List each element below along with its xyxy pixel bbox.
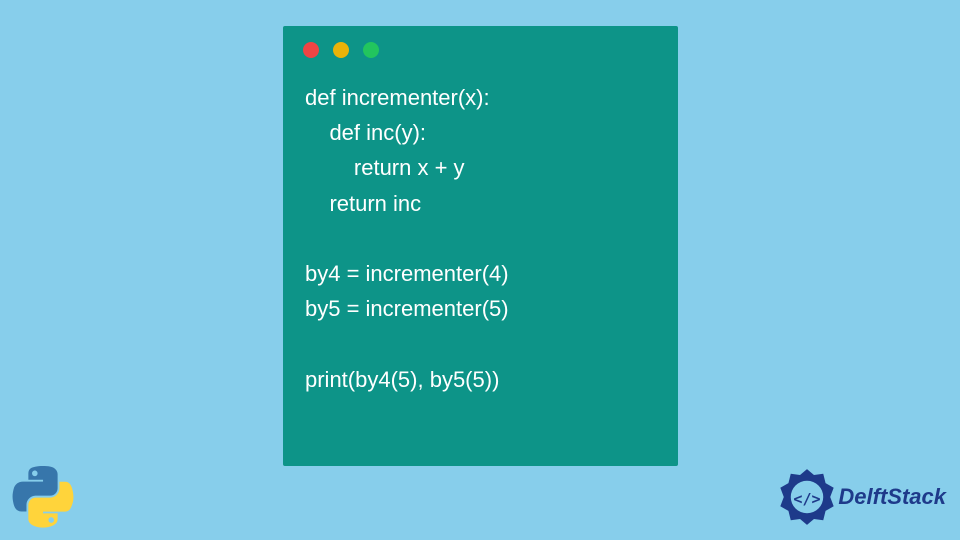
code-line: return inc (305, 191, 421, 216)
code-line: by4 = incrementer(4) (305, 261, 509, 286)
maximize-icon (363, 42, 379, 58)
code-line: return x + y (305, 155, 465, 180)
python-logo-icon (12, 466, 74, 528)
code-content: def incrementer(x): def inc(y): return x… (283, 68, 678, 417)
code-line: def inc(y): (305, 120, 426, 145)
code-line: print(by4(5), by5(5)) (305, 367, 499, 392)
code-line: def incrementer(x): (305, 85, 490, 110)
minimize-icon (333, 42, 349, 58)
close-icon (303, 42, 319, 58)
traffic-lights (283, 26, 678, 68)
code-window: def incrementer(x): def inc(y): return x… (283, 26, 678, 466)
delftstack-label: DelftStack (838, 484, 946, 510)
svg-text:</>: </> (794, 490, 821, 508)
code-line: by5 = incrementer(5) (305, 296, 509, 321)
delftstack-logo: </> DelftStack (778, 468, 946, 526)
delftstack-gear-icon: </> (778, 468, 836, 526)
